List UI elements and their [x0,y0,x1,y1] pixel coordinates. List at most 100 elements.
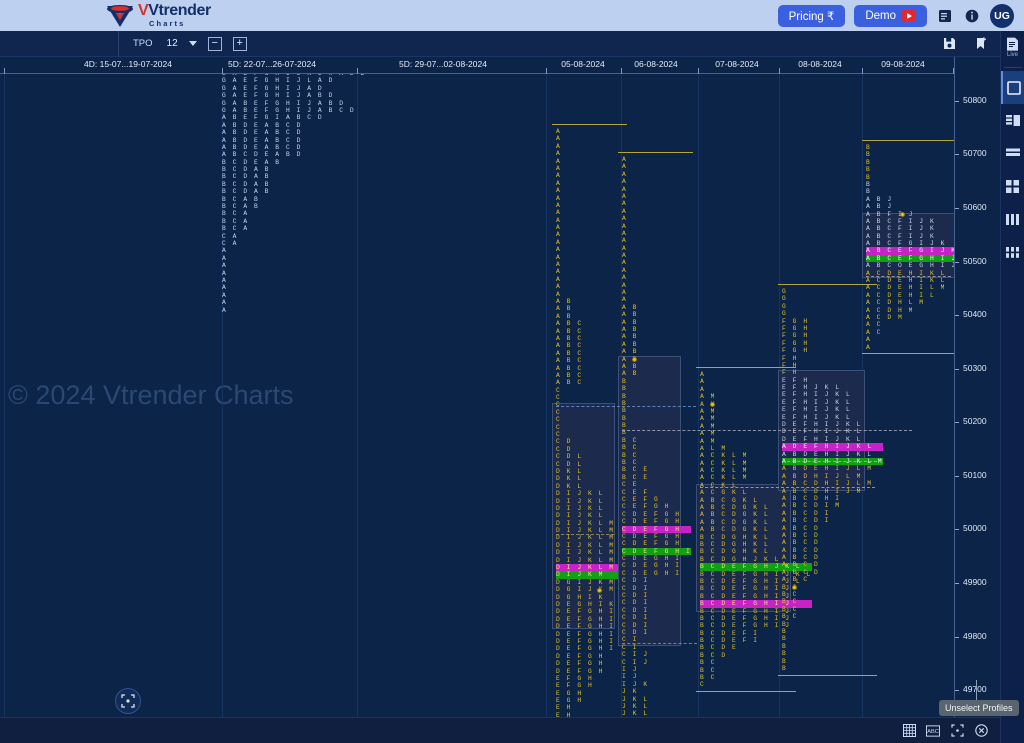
session-low-line [862,353,954,355]
demo-label: Demo [865,9,896,22]
tpo-row: C D E F G H [622,525,692,533]
profile-week-22-07[interactable]: G A E F G H I J K L M A D EG A E F G H I… [222,74,366,314]
tpo-row: D E F G H I [556,637,615,645]
tpo-row: A B C E F G I J K L [866,247,954,255]
tpo-row: B C A [222,225,249,233]
tpo-row: A B C D [782,561,820,569]
crosshair-icon[interactable] [950,724,964,738]
rail-item-single-pane[interactable] [1000,71,1024,104]
rail-item-columns[interactable] [1001,203,1024,236]
tpo-row: C [556,431,562,439]
tpo-row: B C [782,613,798,621]
profile-06-08[interactable]: AAAAAAAAAAAAAAAAAAAAA BA BA BA BA BA BA … [622,156,692,717]
toolbar-divider [118,30,119,57]
grid-icon[interactable] [902,724,916,738]
tpo-row: C D I [622,629,649,636]
rail-item-live[interactable]: Live [1001,31,1024,64]
rail-item-grid-3x3[interactable] [1001,236,1024,269]
zoom-out-button[interactable]: − [207,36,222,51]
pricing-button[interactable]: Pricing ₹ [777,4,846,27]
tpo-row: D I J K L M [556,556,615,564]
tpo-row: B [782,664,788,672]
save-icon[interactable] [940,35,958,53]
tpo-row: C D I [622,577,649,585]
tpo-row: A B [622,362,638,370]
abc-icon[interactable]: ABC [926,724,940,738]
list-icon[interactable] [936,7,954,25]
price-tick-mark [955,154,959,156]
chart-toolbar: TPO 12 − + [0,30,1024,57]
tpo-row: A B C D E A B D [222,151,302,159]
tpo-row: A B C [556,349,583,357]
bookmark-add-icon[interactable] [972,35,990,53]
zoom-in-button[interactable]: + [232,36,247,51]
demo-button[interactable]: Demo [854,4,927,27]
logo-v-letter: V [138,2,149,20]
tpo-row: I J K [622,680,649,688]
tpo-row: A [556,283,562,291]
tpo-row: F H [782,354,798,362]
tpo-row: D E F G H I [556,645,615,653]
tpo-row: C D [556,445,572,453]
rail-item-split-pane[interactable] [1001,104,1024,137]
tpo-row: A [622,274,628,282]
tpo-row: A [556,172,562,180]
tpo-row: B [622,422,628,430]
brand-logo[interactable]: VVtrender Charts [104,3,211,29]
info-icon[interactable] [963,7,981,25]
close-circle-icon[interactable] [974,724,988,738]
session-low-line [778,674,877,676]
tpo-row: A [556,157,562,165]
tpo-row: A B C D [782,554,820,562]
tpo-row: A B D E H I J K L [782,450,873,458]
tpo-row: C D E F G H [622,510,681,518]
dashed-ref-line [782,461,877,462]
tpo-row: C [556,416,562,424]
focus-target-button[interactable] [115,688,141,714]
tpo-row: B C [782,583,798,591]
session-high-line [552,124,628,125]
tpo-row: A [556,142,562,150]
profile-09-08[interactable]: BBBBBBBA B JA B JA B F I JA B C F I J KA… [866,144,954,351]
tpo-row: E G H [556,697,583,705]
tpo-chart-canvas[interactable]: © 2024 Vtrender Charts G A E F G H I J K… [0,74,954,717]
tpo-row: B [622,392,628,400]
tpo-row: A [556,209,562,217]
tpo-row: B [782,657,788,665]
tpo-row: A B C [556,342,583,350]
tpo-row: C D I [622,599,649,607]
header-actions: Pricing ₹ Demo UG [777,3,1024,28]
tpo-row: A B C [556,371,583,379]
tpo-row: A [556,231,562,239]
chevron-down-icon[interactable] [188,41,197,46]
price-tick-mark [955,368,959,370]
tpo-row: C D I [622,621,649,629]
tpo-row: D I J K L [556,504,604,512]
rail-item-rows[interactable] [1001,137,1024,170]
session-high-line [778,284,877,285]
price-tick-label: 50100 [963,469,987,480]
profile-05-08[interactable]: AAAAAAAAAAAAAAAAAAAAAAAA BA BA BA B CA B… [556,128,626,717]
right-icon-rail: Live [1000,31,1024,743]
tpo-row: A B J [866,203,893,211]
tpo-row: C D L [556,460,583,468]
tpo-row: A C D H L M [866,299,925,307]
tpo-row: J K [622,688,638,696]
price-tick-mark [955,690,959,692]
tpo-row: A [622,289,628,297]
single-print-marker [791,585,797,590]
tpo-value[interactable]: 12 [167,38,178,49]
tpo-row: A [556,164,562,172]
tpo-row: C E [622,481,638,489]
price-axis[interactable]: 50800 50700 50600 50500 50400 50300 50200 50100… [954,57,1000,717]
tpo-row: A D E F H I J K L [782,443,884,451]
tpo-row: A B C [556,334,583,342]
tpo-row: A B C D [782,539,820,547]
user-avatar[interactable]: UG [990,3,1014,28]
session-low-line [696,691,796,693]
tpo-row: A B [622,340,638,348]
tpo-row: A [622,296,628,304]
tpo-row: C [556,394,562,402]
tpo-row: A [222,291,228,299]
rail-item-grid-2x2[interactable] [1001,170,1024,203]
